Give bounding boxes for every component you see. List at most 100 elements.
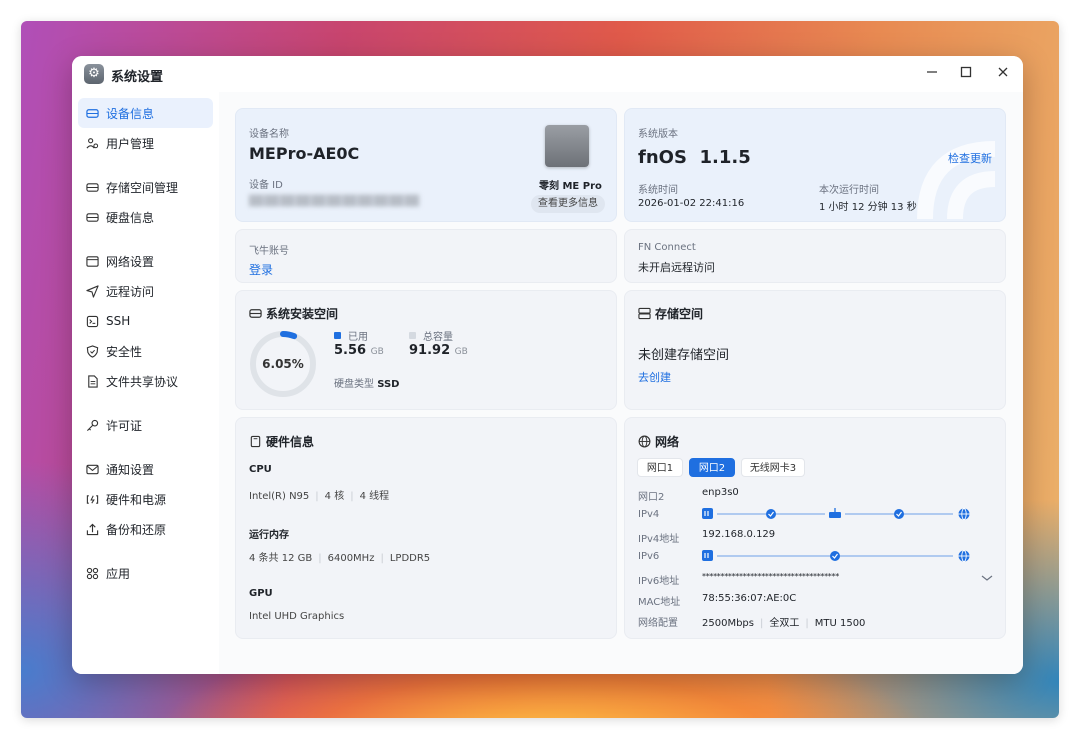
sidebar-item-backup-restore[interactable]: 备份和还原: [78, 514, 213, 544]
hardware-title: 硬件信息: [249, 433, 314, 450]
sidebar-item-hardware-power[interactable]: 硬件和电源: [78, 484, 213, 514]
device-model: 零刻 ME Pro: [539, 181, 602, 192]
sidebar-item-label: 安全性: [106, 344, 143, 359]
system-storage-title: 系统安装空间: [249, 305, 338, 322]
sidebar-item-label: 硬件和电源: [106, 492, 167, 507]
cpu-info: Intel(R) N95 | 4 核 | 4 线程: [249, 491, 390, 502]
fn-connect-card: FN Connect 未开启远程访问: [624, 229, 1006, 283]
internet-check-icon: [894, 509, 904, 519]
tab-port-1[interactable]: 网口1: [637, 458, 683, 477]
sidebar-item-label: 设备信息: [106, 106, 155, 121]
create-storage-link[interactable]: 去创建: [638, 369, 671, 385]
cpu-label: CPU: [249, 464, 272, 475]
mail-icon: [86, 464, 99, 474]
internet-globe-icon: [958, 550, 970, 562]
sidebar-item-remote-access[interactable]: 远程访问: [78, 276, 213, 306]
device-id-value: ██ ██ ██ ██ ██ ██ ██ ██ ██ ██ ██: [249, 196, 419, 207]
sidebar-item-label: 远程访问: [106, 284, 155, 299]
account-card: 飞牛账号 登录: [235, 229, 617, 283]
sidebar-item-file-sharing[interactable]: 文件共享协议: [78, 366, 213, 396]
sidebar-item-label: 硬盘信息: [106, 210, 155, 225]
sidebar-item-storage-management[interactable]: 存储空间管理: [78, 172, 213, 202]
key-icon: [86, 419, 99, 431]
settings-window: ⚙ 系统设置 设备信息 用户管理 存储空间管理 硬盘信息 网络设置 远程访问 S…: [72, 56, 1023, 674]
tab-port-2[interactable]: 网口2: [689, 458, 735, 477]
ipv6-addr: *************************************: [702, 572, 839, 581]
shield-icon: [86, 344, 99, 358]
window-title: 系统设置: [111, 70, 164, 85]
check-update-link[interactable]: 检查更新: [948, 150, 992, 166]
account-label: 飞牛账号: [249, 246, 289, 257]
sidebar-item-notifications[interactable]: 通知设置: [78, 454, 213, 484]
sidebar-item-ssh[interactable]: SSH: [78, 306, 213, 336]
sidebar-item-label: 通知设置: [106, 462, 155, 477]
hard-drive-icon: [86, 108, 99, 118]
hard-drive-icon: [249, 309, 262, 318]
iface-label: 网口2: [638, 492, 665, 503]
internet-globe-icon: [958, 508, 970, 520]
uptime-label: 本次运行时间: [819, 185, 879, 196]
storage-icon: [86, 182, 99, 192]
disk-type: 硬盘类型 SSD: [334, 379, 400, 390]
sidebar-item-label: 许可证: [106, 418, 143, 433]
settings-gear-icon: ⚙: [84, 64, 104, 84]
globe-icon: [638, 435, 651, 448]
more-info-button[interactable]: 查看更多信息: [531, 195, 605, 213]
total-value: 91.92 GB: [409, 343, 468, 358]
power-icon: [86, 494, 99, 504]
device-thumbnail: [545, 125, 589, 167]
ipv4-addr: 192.168.0.129: [702, 529, 776, 540]
network-title: 网络: [638, 433, 679, 450]
sidebar-item-users[interactable]: 用户管理: [78, 128, 213, 158]
sidebar-item-label: 网络设置: [106, 254, 155, 269]
ipv6-label: IPv6: [638, 551, 660, 562]
send-icon: [86, 284, 99, 298]
sidebar-item-security[interactable]: 安全性: [78, 336, 213, 366]
system-version-label: 系统版本: [638, 129, 678, 140]
sidebar-item-network-settings[interactable]: 网络设置: [78, 246, 213, 276]
fn-connect-label: FN Connect: [638, 242, 696, 253]
system-time: 2026-01-02 22:41:16: [638, 198, 745, 209]
login-link[interactable]: 登录: [249, 261, 273, 278]
tab-wireless-3[interactable]: 无线网卡3: [741, 458, 805, 477]
sidebar-item-apps[interactable]: 应用: [78, 558, 213, 588]
gpu-info: Intel UHD Graphics: [249, 611, 345, 622]
close-button[interactable]: [993, 64, 1013, 84]
iface-value: enp3s0: [702, 487, 739, 498]
ipv4-check-icon: [766, 509, 776, 519]
sidebar-item-license[interactable]: 许可证: [78, 410, 213, 440]
ipv6-check-icon: [830, 551, 840, 561]
sidebar-item-label: 文件共享协议: [106, 374, 179, 389]
file-icon: [88, 374, 98, 388]
used-legend: 已用: [334, 328, 368, 343]
config-label: 网络配置: [638, 618, 678, 629]
ram-info: 4 条共 12 GB | 6400MHz | LPDDR5: [249, 553, 431, 564]
device-card: 设备名称 MEPro-AE0C 设备 ID ██ ██ ██ ██ ██ ██ …: [235, 108, 617, 222]
fnos-watermark-icon: [917, 141, 996, 220]
os-name: fnOS 1.1.5: [638, 147, 751, 168]
uptime: 1 小时 12 分钟 13 秒: [819, 202, 917, 213]
title-bar: ⚙ 系统设置: [72, 56, 1023, 92]
system-version-card: 系统版本 fnOS 1.1.5 检查更新 系统时间 2026-01-02 22:…: [624, 108, 1006, 222]
ipv4-topology: [702, 508, 970, 520]
system-storage-card: 系统安装空间 6.05% 已用 总容量 5.56 GB 91.92 GB 硬盘类…: [235, 290, 617, 410]
maximize-button[interactable]: [956, 64, 976, 84]
network-icon: [86, 255, 99, 267]
router-icon: [829, 508, 841, 518]
total-swatch: [409, 332, 416, 339]
sidebar-item-device-info[interactable]: 设备信息: [78, 98, 213, 128]
users-icon: [86, 137, 99, 149]
ipv6-topology: [702, 550, 970, 562]
disk-icon: [86, 212, 99, 222]
sidebar-item-label: 备份和还原: [106, 522, 167, 537]
device-name-label: 设备名称: [249, 129, 289, 140]
chevron-down-icon[interactable]: [981, 574, 993, 582]
sidebar-item-disk-info[interactable]: 硬盘信息: [78, 202, 213, 232]
config-value: 2500Mbps | 全双工 | MTU 1500: [702, 618, 866, 629]
maximize-icon: [960, 66, 972, 78]
sidebar: 设备信息 用户管理 存储空间管理 硬盘信息 网络设置 远程访问 SSH 安全性: [72, 92, 219, 674]
fn-connect-status: 未开启远程访问: [638, 261, 715, 274]
sidebar-item-label: 用户管理: [106, 136, 155, 151]
minimize-button[interactable]: [922, 64, 942, 84]
chip-icon: [250, 435, 261, 448]
